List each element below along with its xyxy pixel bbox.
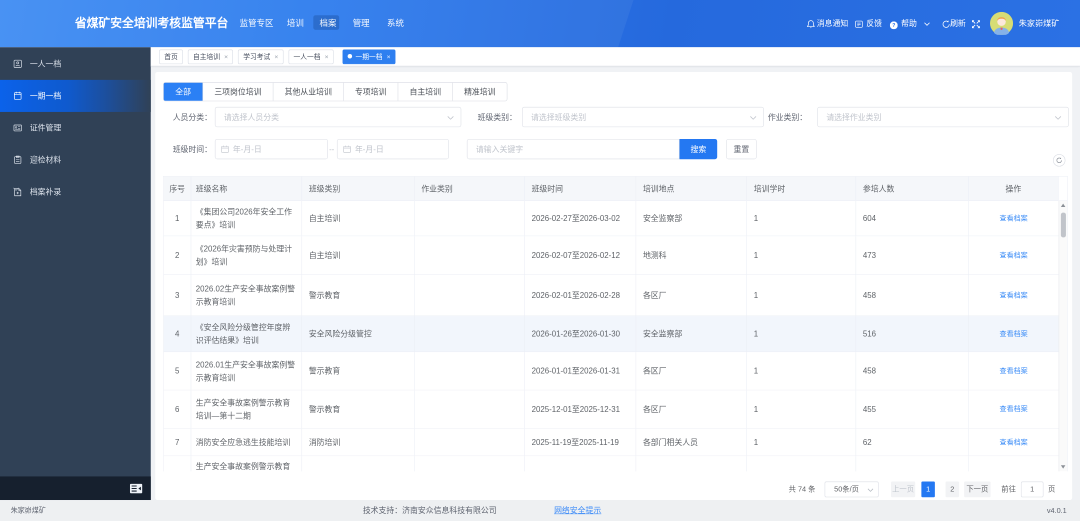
svg-text:?: ? <box>892 23 895 29</box>
